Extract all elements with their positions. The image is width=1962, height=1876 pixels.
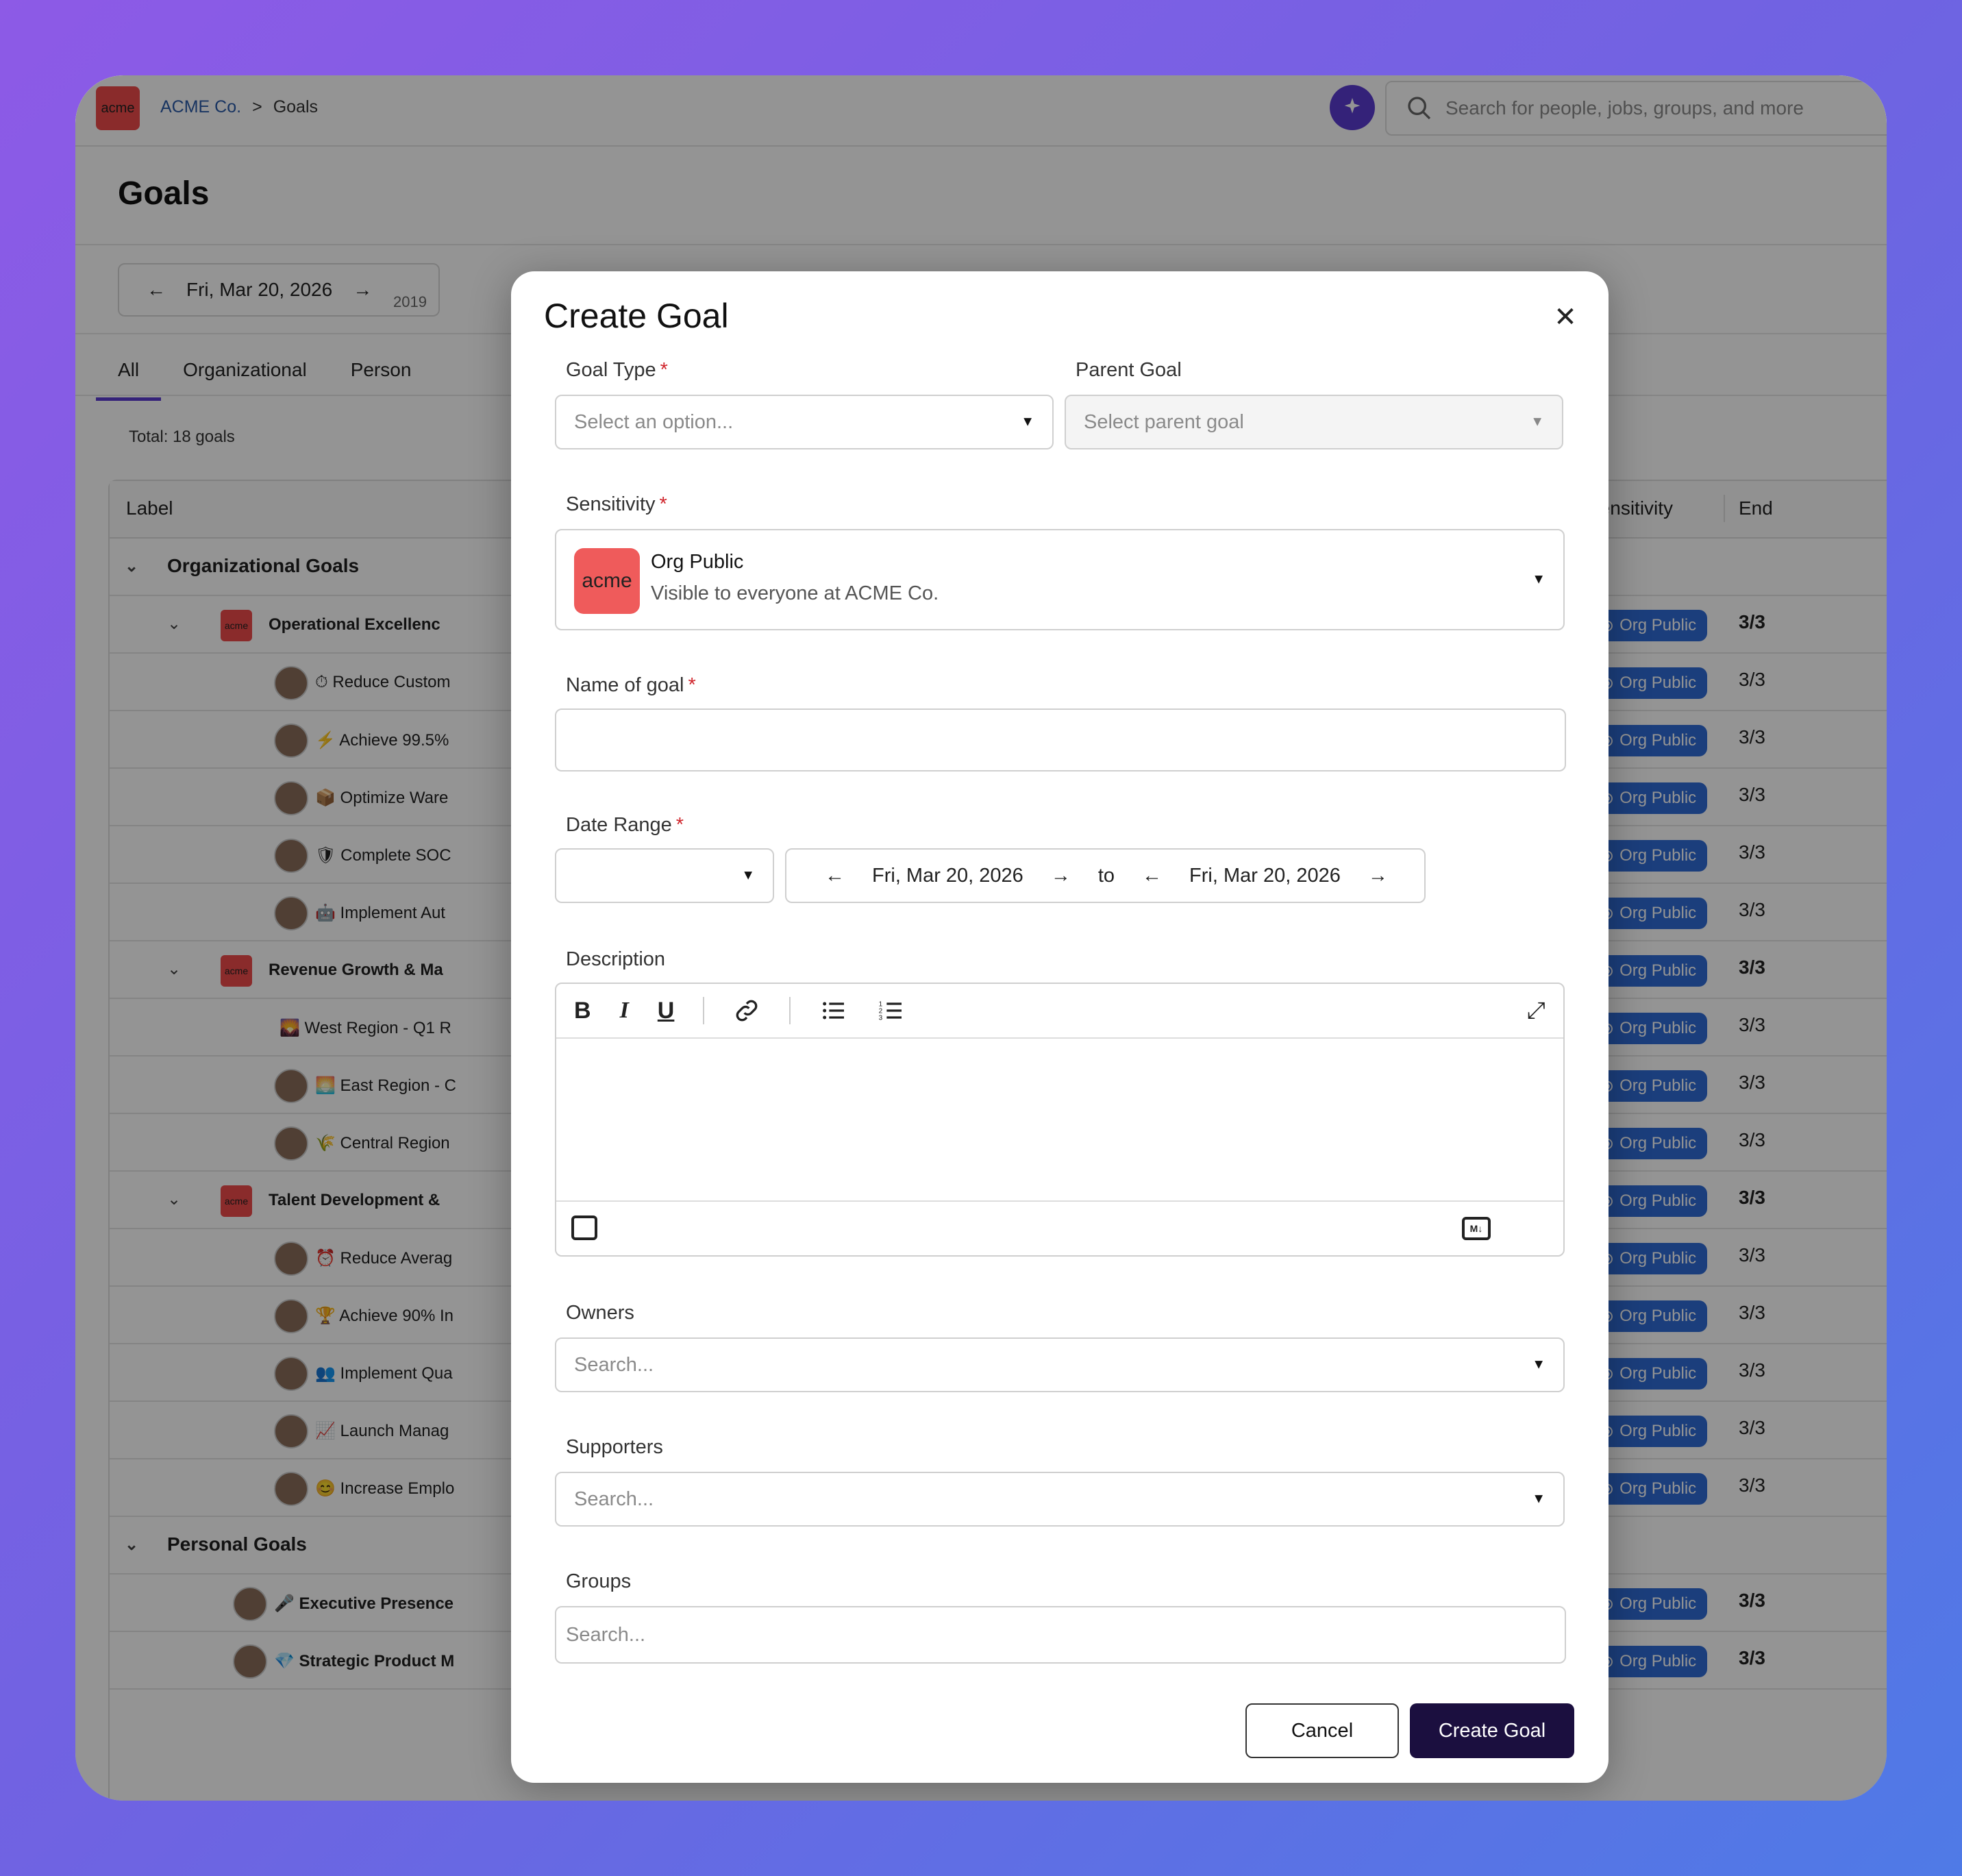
modal-title: Create Goal bbox=[544, 297, 729, 335]
bold-icon[interactable]: B bbox=[574, 998, 591, 1024]
date-range-label-text: Date Range bbox=[566, 814, 672, 836]
org-logo: acme bbox=[574, 548, 640, 614]
owners-placeholder: Search... bbox=[574, 1353, 654, 1376]
arrow-left-icon[interactable]: ← bbox=[1142, 865, 1162, 887]
parent-goal-label: Parent Goal bbox=[1076, 359, 1182, 381]
caret-down-icon: ▼ bbox=[1532, 1357, 1545, 1372]
caret-down-icon: ▼ bbox=[741, 867, 755, 883]
editor-footer: M↓ bbox=[556, 1200, 1563, 1255]
start-date[interactable]: Fri, Mar 20, 2026 bbox=[872, 865, 1023, 887]
groups-placeholder: Search... bbox=[566, 1623, 646, 1646]
app-window: acme ACME Co. > Goals Search for people,… bbox=[75, 75, 1887, 1801]
svg-text:3: 3 bbox=[879, 1014, 883, 1022]
sensitivity-select[interactable]: acme Org Public Visible to everyone at A… bbox=[555, 529, 1565, 630]
goal-type-placeholder: Select an option... bbox=[574, 410, 734, 433]
parent-goal-select[interactable]: Select parent goal ▼ bbox=[1065, 395, 1563, 449]
groups-label: Groups bbox=[566, 1570, 632, 1592]
supporters-label: Supporters bbox=[566, 1436, 663, 1458]
link-icon[interactable] bbox=[733, 997, 760, 1024]
supporters-select[interactable]: Search... ▼ bbox=[555, 1472, 1565, 1527]
goal-name-label: Name of goal * bbox=[566, 674, 696, 697]
numbered-list-icon[interactable]: 123 bbox=[877, 997, 906, 1024]
required-mark: * bbox=[688, 674, 696, 696]
date-to-label: to bbox=[1097, 864, 1115, 887]
groups-input[interactable]: Search... bbox=[555, 1606, 1566, 1664]
description-label: Description bbox=[566, 948, 666, 970]
arrow-right-icon[interactable]: → bbox=[1051, 865, 1071, 887]
end-date[interactable]: Fri, Mar 20, 2026 bbox=[1189, 865, 1341, 887]
arrow-right-icon[interactable]: → bbox=[1368, 865, 1388, 887]
create-goal-modal: Create Goal ✕ Goal Type * Select an optio… bbox=[511, 271, 1609, 1783]
goal-type-label: Goal Type * bbox=[566, 359, 668, 382]
required-mark: * bbox=[660, 359, 668, 381]
goal-type-select[interactable]: Select an option... ▼ bbox=[555, 395, 1054, 449]
supporters-placeholder: Search... bbox=[574, 1488, 654, 1510]
caret-down-icon: ▼ bbox=[1021, 414, 1034, 430]
owners-label: Owners bbox=[566, 1302, 634, 1324]
description-editor[interactable]: B I U 123 ⤢ M↓ bbox=[555, 983, 1565, 1257]
cancel-button[interactable]: Cancel bbox=[1245, 1703, 1399, 1758]
sensitivity-label: Sensitivity * bbox=[566, 493, 667, 516]
arrow-left-icon[interactable]: ← bbox=[825, 865, 845, 887]
date-range-picker: ← Fri, Mar 20, 2026 → to ← Fri, Mar 20, … bbox=[785, 848, 1426, 903]
toolbar-divider bbox=[789, 997, 791, 1024]
bullet-list-icon[interactable] bbox=[819, 997, 848, 1024]
create-goal-button[interactable]: Create Goal bbox=[1410, 1703, 1574, 1758]
editor-toolbar: B I U 123 ⤢ bbox=[556, 984, 1563, 1039]
sensitivity-description: Visible to everyone at ACME Co. bbox=[651, 582, 939, 604]
close-icon[interactable]: ✕ bbox=[1548, 300, 1582, 334]
image-upload-icon[interactable] bbox=[571, 1215, 597, 1240]
parent-goal-placeholder: Select parent goal bbox=[1084, 410, 1244, 433]
expand-icon[interactable]: ⤢ bbox=[1527, 998, 1545, 1024]
date-range-label: Date Range * bbox=[566, 814, 684, 837]
required-mark: * bbox=[675, 814, 684, 836]
caret-down-icon: ▼ bbox=[1530, 414, 1544, 430]
markdown-icon[interactable]: M↓ bbox=[1462, 1217, 1491, 1240]
caret-down-icon: ▼ bbox=[1532, 571, 1545, 587]
italic-icon[interactable]: I bbox=[620, 998, 629, 1024]
goal-name-label-text: Name of goal bbox=[566, 674, 684, 696]
goal-name-input[interactable] bbox=[555, 708, 1566, 772]
caret-down-icon: ▼ bbox=[1532, 1491, 1545, 1507]
toolbar-divider bbox=[703, 997, 705, 1024]
underline-icon[interactable]: U bbox=[658, 998, 675, 1024]
required-mark: * bbox=[659, 493, 667, 515]
sensitivity-label-text: Sensitivity bbox=[566, 493, 656, 515]
date-range-preset-select[interactable]: ▼ bbox=[555, 848, 774, 903]
sensitivity-value: Org Public bbox=[651, 551, 744, 573]
owners-select[interactable]: Search... ▼ bbox=[555, 1337, 1565, 1392]
goal-type-label-text: Goal Type bbox=[566, 359, 656, 381]
